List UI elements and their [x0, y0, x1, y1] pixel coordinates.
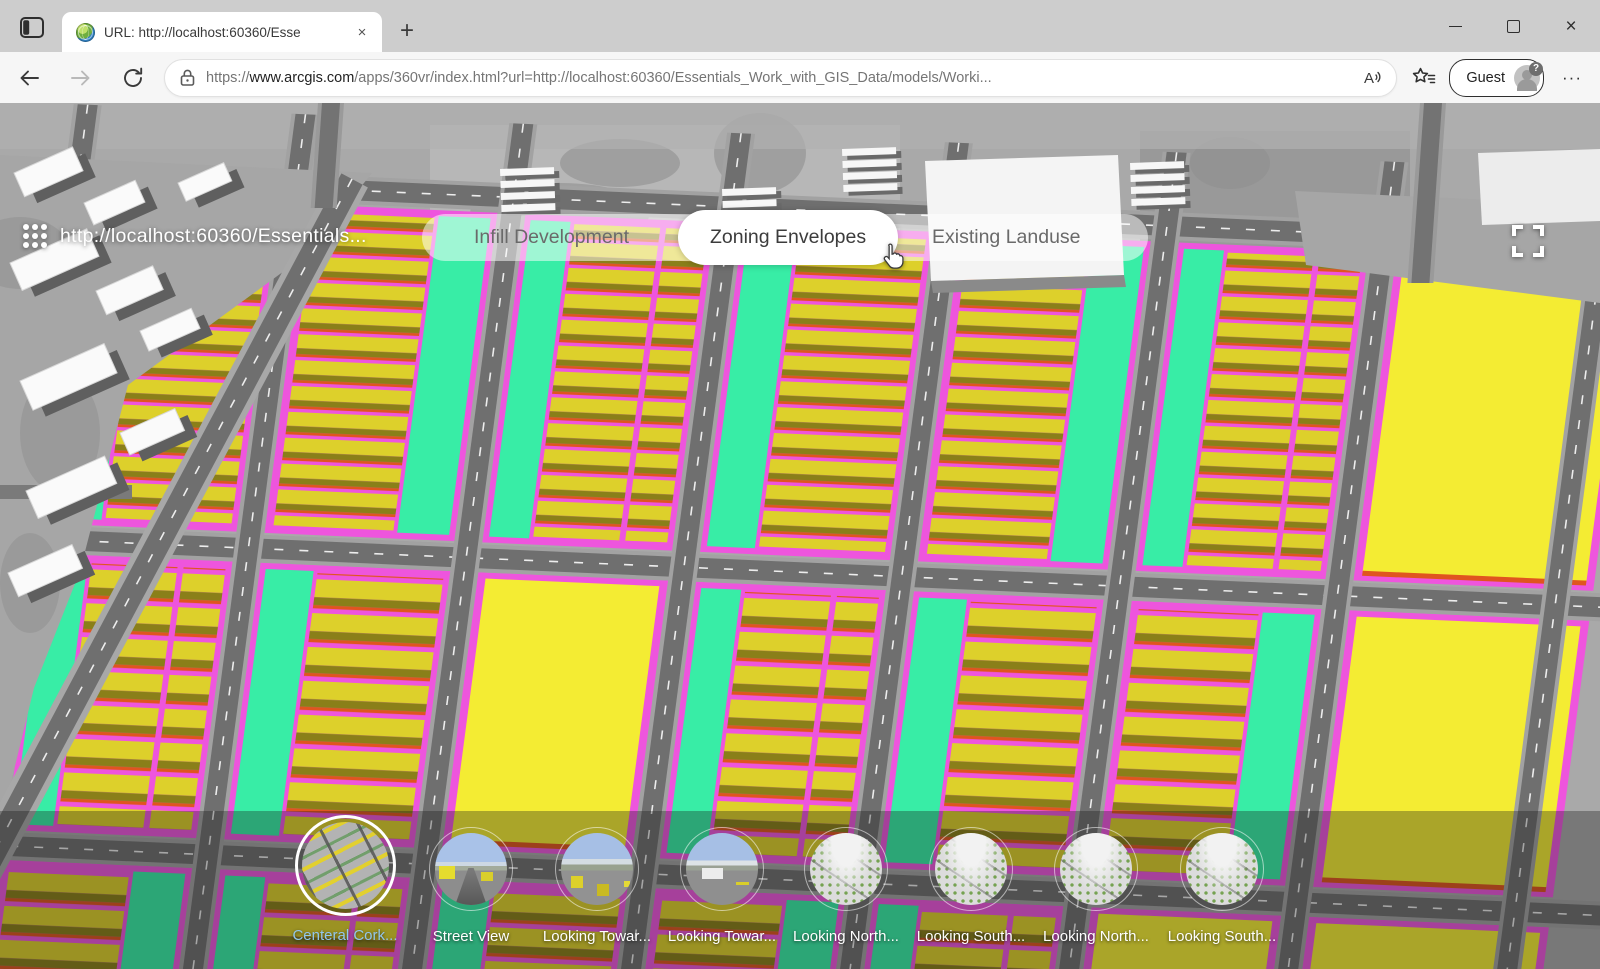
guest-avatar: ? [1514, 65, 1540, 91]
thumbnail-image[interactable] [1060, 833, 1132, 905]
url-text[interactable]: https://www.arcgis.com/apps/360vr/index.… [206, 70, 1360, 86]
viewpoint-label: Street View [433, 928, 509, 945]
browser-tab[interactable]: URL: http://localhost:60360/Esse × [62, 12, 382, 52]
svg-text:A: A [1364, 70, 1374, 87]
address-bar[interactable]: https://www.arcgis.com/apps/360vr/index.… [164, 59, 1397, 97]
thumbnail-image[interactable] [935, 833, 1007, 905]
scene-url-breadcrumb: http://localhost:60360/Essentials... [60, 225, 367, 248]
viewpoint-label: Centeral Cork... [292, 927, 397, 944]
viewpoint-thumbnail[interactable]: Street View [406, 815, 536, 945]
back-button[interactable] [12, 61, 46, 95]
minimize-icon [1449, 26, 1462, 27]
viewpoint-thumbnail[interactable]: Looking South... [906, 815, 1036, 945]
url-scheme: https:// [206, 70, 250, 86]
thumbnail-ring [1054, 827, 1138, 911]
maximize-button[interactable] [1484, 0, 1542, 52]
tab-title: URL: http://localhost:60360/Esse [104, 25, 352, 40]
profile-label: Guest [1466, 70, 1505, 86]
tab-zoning-envelopes[interactable]: Zoning Envelopes [678, 210, 898, 265]
viewpoint-label: Looking North... [1043, 928, 1149, 945]
browser-toolbar: https://www.arcgis.com/apps/360vr/index.… [0, 52, 1600, 103]
scene-tab-bar: Infill Development Zoning Envelopes Exis… [422, 214, 1148, 261]
read-aloud-icon[interactable]: A [1360, 67, 1386, 89]
window-controls: × [1426, 0, 1600, 52]
arcgis-globe-favicon [76, 23, 95, 42]
thumbnail-image[interactable] [435, 833, 507, 905]
thumbnail-ring [429, 827, 513, 911]
thumbnail-image[interactable] [1186, 833, 1258, 905]
viewpoint-label: Looking Towar... [543, 928, 651, 945]
thumbnail-image[interactable] [302, 822, 389, 909]
viewpoint-thumbnail[interactable]: Looking North... [781, 815, 911, 945]
thumbnail-ring [929, 827, 1013, 911]
settings-menu-button[interactable]: ··· [1554, 61, 1590, 95]
favorites-hub-button[interactable] [1407, 61, 1441, 95]
thumbnail-ring [555, 827, 639, 911]
maximize-icon [1507, 20, 1520, 33]
viewpoint-thumbnail[interactable]: Centeral Cork... [280, 815, 410, 944]
apps-grid-icon[interactable] [22, 223, 48, 249]
refresh-button[interactable] [116, 61, 150, 95]
thumbnail-ring [804, 827, 888, 911]
tab-actions-icon[interactable] [20, 17, 44, 38]
new-tab-button[interactable]: + [392, 16, 422, 46]
tab-infill-development[interactable]: Infill Development [474, 214, 629, 261]
url-host: www.arcgis.com [250, 70, 355, 86]
thumbnail-image[interactable] [561, 833, 633, 905]
viewpoint-label: Looking North... [793, 928, 899, 945]
thumbnail-image[interactable] [810, 833, 882, 905]
thumbnail-ring [680, 827, 764, 911]
viewpoint-thumbnail[interactable]: Looking North... [1031, 815, 1161, 945]
lock-icon [179, 68, 196, 87]
tab-close-icon[interactable]: × [352, 22, 372, 42]
viewpoint-label: Looking South... [917, 928, 1025, 945]
url-path: /apps/360vr/index.html?url=http://localh… [354, 70, 991, 86]
profile-button[interactable]: Guest ? [1449, 59, 1544, 97]
tab-existing-landuse[interactable]: Existing Landuse [932, 214, 1081, 261]
scene-viewport[interactable]: http://localhost:60360/Essentials... Inf… [0, 103, 1600, 969]
viewpoint-thumbnail[interactable]: Looking South... [1157, 815, 1287, 945]
thumbnail-ring [1180, 827, 1264, 911]
viewpoint-label: Looking South... [1168, 928, 1276, 945]
viewpoint-thumbnail[interactable]: Looking Towar... [532, 815, 662, 945]
viewpoint-thumbnail[interactable]: Looking Towar... [657, 815, 787, 945]
guest-question-badge: ? [1529, 62, 1543, 76]
fullscreen-icon[interactable] [1511, 224, 1545, 258]
viewpoint-label: Looking Towar... [668, 928, 776, 945]
forward-button[interactable] [64, 61, 98, 95]
thumbnail-image[interactable] [686, 833, 758, 905]
browser-titlebar: URL: http://localhost:60360/Esse × + × [0, 0, 1600, 52]
minimize-button[interactable] [1426, 0, 1484, 52]
close-icon: × [1565, 17, 1576, 36]
close-button[interactable]: × [1542, 0, 1600, 52]
thumbnail-ring [295, 815, 396, 916]
